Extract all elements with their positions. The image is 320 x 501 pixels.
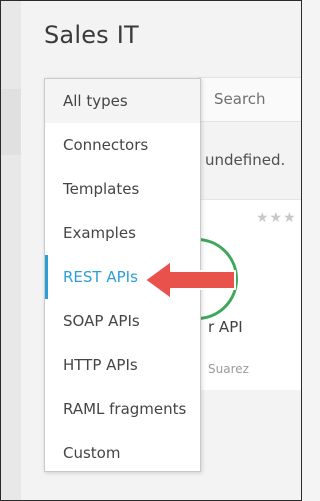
search-input[interactable]: Search xyxy=(198,77,301,122)
menu-item-soap-apis[interactable]: SOAP APIs xyxy=(45,299,200,343)
page-title: Sales IT xyxy=(44,21,139,49)
menu-item-raml-fragments[interactable]: RAML fragments xyxy=(45,387,200,431)
card-title: r API xyxy=(208,318,243,336)
menu-item-custom[interactable]: Custom xyxy=(45,431,200,475)
left-arrow-icon xyxy=(145,260,236,300)
menu-item-all-types[interactable]: All types xyxy=(45,79,200,123)
left-sidebar xyxy=(1,1,21,500)
results-notice: undefined. xyxy=(205,151,286,169)
sidebar-active-band[interactable] xyxy=(1,89,21,155)
search-placeholder: Search xyxy=(214,90,266,108)
menu-item-http-apis[interactable]: HTTP APIs xyxy=(45,343,200,387)
menu-item-templates[interactable]: Templates xyxy=(45,167,200,211)
menu-item-connectors[interactable]: Connectors xyxy=(45,123,200,167)
card-author: Suarez xyxy=(208,362,249,376)
rating-stars: ★★★ xyxy=(256,210,297,226)
menu-item-examples[interactable]: Examples xyxy=(45,211,200,255)
app-window: Sales IT Search undefined. ★★★ r API Sua… xyxy=(0,0,302,501)
